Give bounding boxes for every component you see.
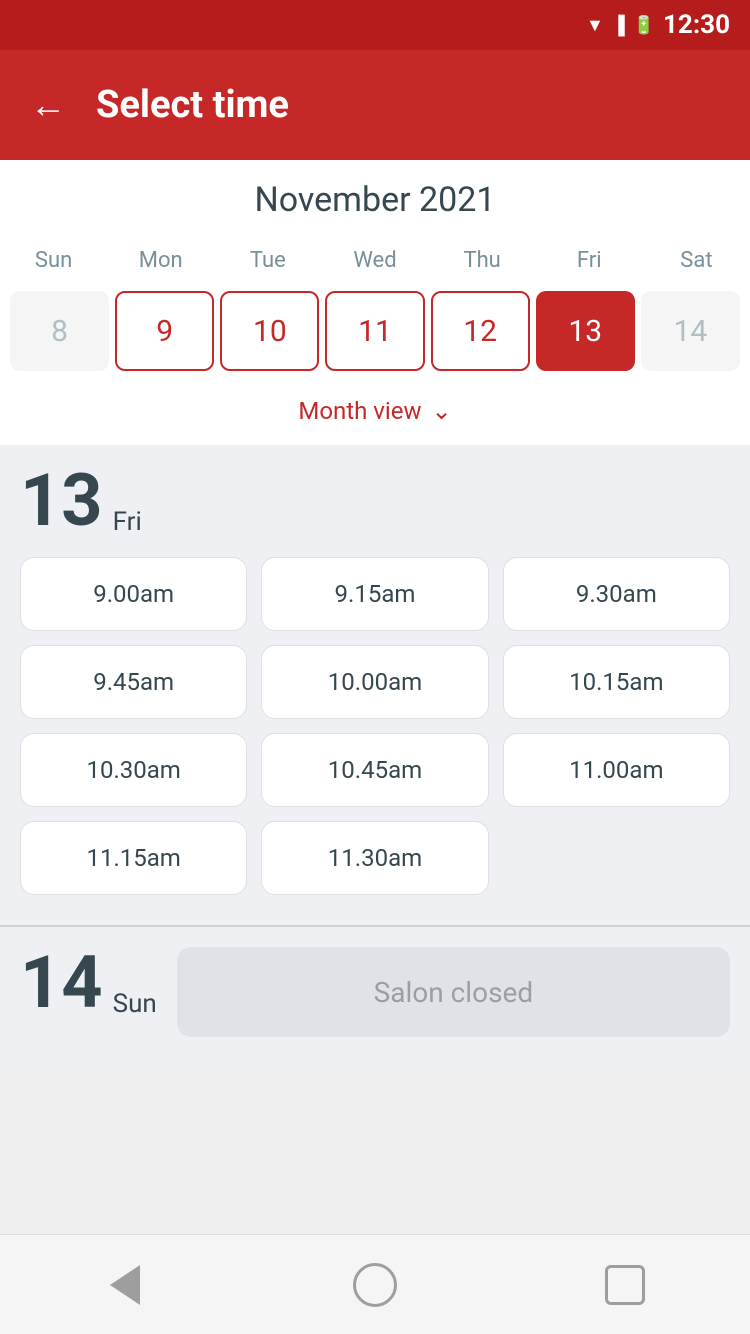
day-14-name: Sun [113,989,157,1019]
time-slot-1015am[interactable]: 10.15am [503,645,730,719]
day-12[interactable]: 12 [431,291,530,371]
weekday-tue: Tue [214,240,321,281]
day-14-header: 14 Sun [20,947,157,1019]
nav-recent-button[interactable] [600,1260,650,1310]
day-8: 8 [10,291,109,371]
status-time: 12:30 [663,10,730,40]
day-13-number: 13 [20,465,103,537]
day-13-name: Fri [113,507,142,537]
calendar-section: November 2021 Sun Mon Tue Wed Thu Fri Sa… [0,160,750,445]
back-button[interactable]: ← [30,84,66,126]
day-13-header: 13 Fri [20,465,730,537]
status-icons: ▼ ▐ 🔋 12:30 [586,10,730,40]
weekday-fri: Fri [536,240,643,281]
day-14: 14 [641,291,740,371]
day-9[interactable]: 9 [115,291,214,371]
time-slot-1030am[interactable]: 10.30am [20,733,247,807]
time-slot-930am[interactable]: 9.30am [503,557,730,631]
time-slots-grid: 9.00am 9.15am 9.30am 9.45am 10.00am 10.1… [20,557,730,895]
time-slot-1000am[interactable]: 10.00am [261,645,488,719]
time-slot-900am[interactable]: 9.00am [20,557,247,631]
weekday-wed: Wed [321,240,428,281]
nav-back-button[interactable] [100,1260,150,1310]
day-14-row: 14 Sun Salon closed [20,947,730,1037]
header: ← Select time [0,50,750,160]
recent-square-icon [605,1265,645,1305]
battery-icon: 🔋 [633,15,655,36]
days-row: 8 9 10 11 12 13 14 [0,291,750,371]
weekday-sun: Sun [0,240,107,281]
day-14-number: 14 [20,947,103,1019]
day-10[interactable]: 10 [220,291,319,371]
header-title: Select time [96,83,289,127]
time-slot-1115am[interactable]: 11.15am [20,821,247,895]
time-slot-1045am[interactable]: 10.45am [261,733,488,807]
home-circle-icon [353,1263,397,1307]
chevron-down-icon: ⌄ [432,397,452,425]
day-13[interactable]: 13 [536,291,635,371]
nav-bar [0,1234,750,1334]
day-11[interactable]: 11 [325,291,424,371]
time-slot-945am[interactable]: 9.45am [20,645,247,719]
month-view-toggle[interactable]: Month view ⌄ [0,381,750,445]
weekday-mon: Mon [107,240,214,281]
back-triangle-icon [110,1265,140,1305]
weekdays-row: Sun Mon Tue Wed Thu Fri Sat [0,240,750,281]
month-view-label: Month view [298,397,421,425]
weekday-sat: Sat [643,240,750,281]
nav-home-button[interactable] [350,1260,400,1310]
signal-icon: ▐ [612,15,625,36]
time-slot-1130am[interactable]: 11.30am [261,821,488,895]
time-slot-1100am[interactable]: 11.00am [503,733,730,807]
salon-closed-label: Salon closed [177,947,730,1037]
month-year-label: November 2021 [0,180,750,220]
weekday-thu: Thu [429,240,536,281]
time-slot-915am[interactable]: 9.15am [261,557,488,631]
wifi-icon: ▼ [586,15,604,36]
closed-section-14: 14 Sun Salon closed [0,927,750,1067]
status-bar: ▼ ▐ 🔋 12:30 [0,0,750,50]
time-section-13: 13 Fri 9.00am 9.15am 9.30am 9.45am 10.00… [0,445,750,925]
